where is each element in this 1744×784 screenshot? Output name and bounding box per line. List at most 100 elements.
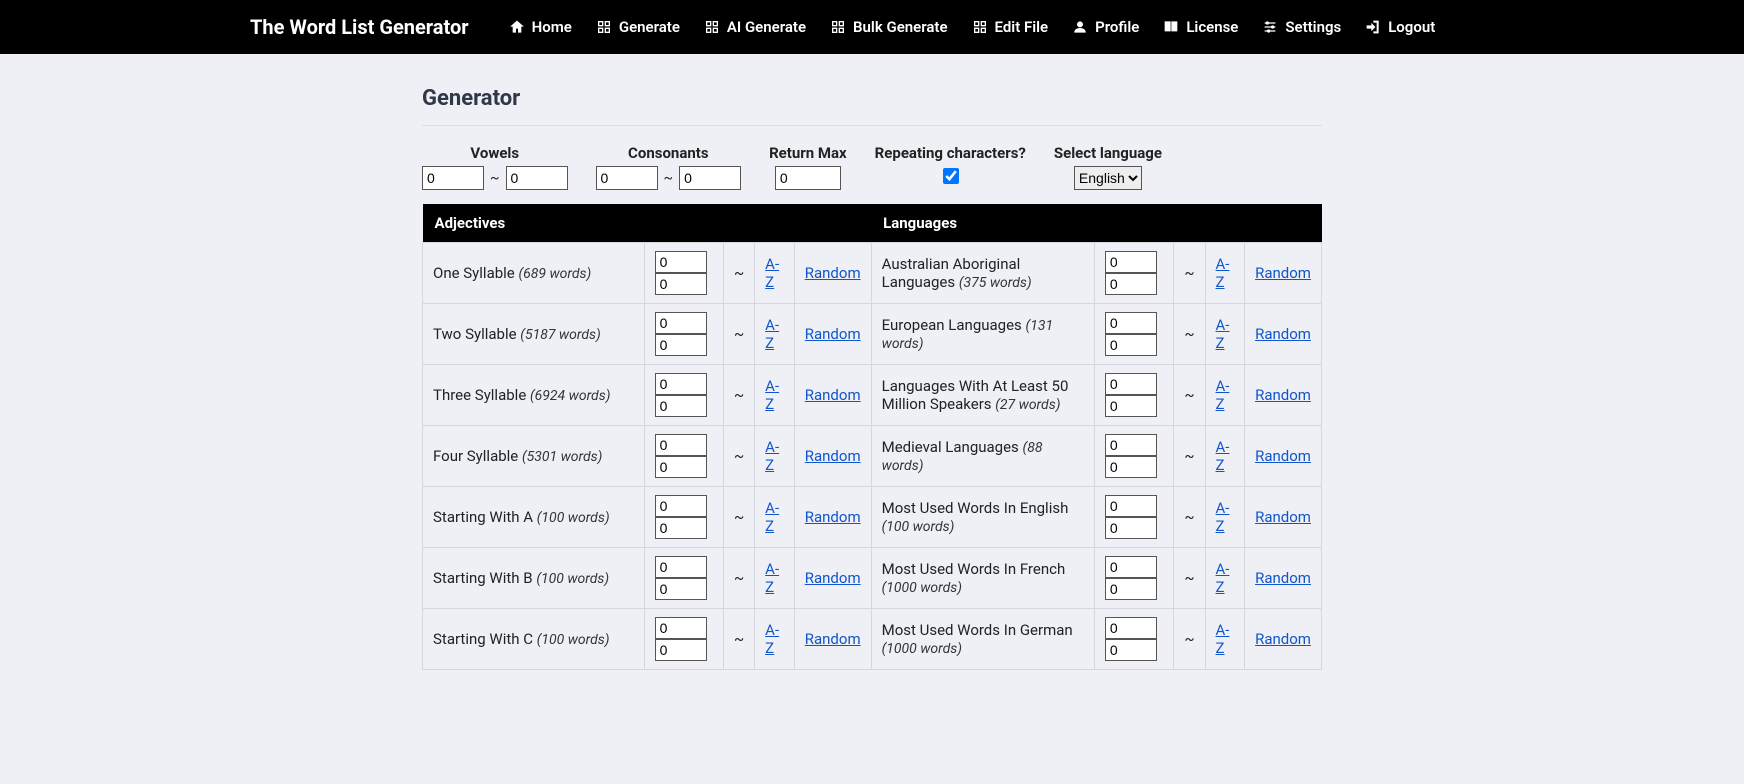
right-max-input[interactable] (1105, 334, 1157, 356)
random-link[interactable]: Random (1255, 386, 1311, 404)
right-min-input[interactable] (1105, 373, 1157, 395)
az-link[interactable]: A-Z (765, 377, 779, 413)
left-max-input[interactable] (655, 578, 707, 600)
random-link[interactable]: Random (805, 325, 861, 343)
az-link[interactable]: A-Z (765, 438, 779, 474)
right-max-input[interactable] (1105, 395, 1157, 417)
word-count: (1000 words) (882, 580, 962, 596)
right-max-input[interactable] (1105, 517, 1157, 539)
return-max-input[interactable] (775, 166, 841, 190)
nav-settings[interactable]: Settings (1262, 18, 1341, 36)
left-max-input[interactable] (655, 395, 707, 417)
left-min-input[interactable] (655, 251, 707, 273)
brand: The Word List Generator (250, 15, 469, 39)
random-link[interactable]: Random (1255, 264, 1311, 282)
az-link[interactable]: A-Z (765, 499, 779, 535)
random-link[interactable]: Random (1255, 508, 1311, 526)
range-cell (1094, 548, 1173, 609)
az-link[interactable]: A-Z (1216, 499, 1230, 535)
user-icon (1072, 19, 1088, 35)
filter-return-max: Return Max (769, 144, 847, 190)
category-name: Starting With A (433, 508, 533, 526)
random-link[interactable]: Random (805, 630, 861, 648)
random-link[interactable]: Random (1255, 630, 1311, 648)
row-name: Medieval Languages (88 words) (871, 426, 1094, 487)
right-min-input[interactable] (1105, 556, 1157, 578)
filter-repeating: Repeating characters? (875, 144, 1026, 187)
vowels-max-input[interactable] (506, 166, 568, 190)
nav-profile[interactable]: Profile (1072, 18, 1139, 36)
nav-logout[interactable]: Logout (1365, 18, 1435, 36)
random-link[interactable]: Random (1255, 325, 1311, 343)
random-link[interactable]: Random (805, 447, 861, 465)
vowels-min-input[interactable] (422, 166, 484, 190)
az-link[interactable]: A-Z (1216, 255, 1230, 291)
left-min-input[interactable] (655, 556, 707, 578)
nav-label: AI Generate (727, 18, 806, 36)
random-link[interactable]: Random (1255, 569, 1311, 587)
nav-edit-file[interactable]: Edit File (972, 18, 1049, 36)
range-cell (1094, 243, 1173, 304)
repeating-checkbox[interactable] (943, 168, 959, 184)
nav-ai-generate[interactable]: AI Generate (704, 18, 806, 36)
sliders-icon (1262, 19, 1278, 35)
az-link[interactable]: A-Z (765, 560, 779, 596)
consonants-max-input[interactable] (679, 166, 741, 190)
tilde-cell: ~ (723, 365, 754, 426)
category-name: Most Used Words In French (882, 560, 1066, 578)
az-link[interactable]: A-Z (1216, 560, 1230, 596)
az-link[interactable]: A-Z (1216, 377, 1230, 413)
language-select[interactable]: English (1074, 166, 1142, 190)
random-link[interactable]: Random (805, 569, 861, 587)
left-max-input[interactable] (655, 639, 707, 661)
cog-icon (830, 19, 846, 35)
az-link[interactable]: A-Z (765, 621, 779, 657)
random-link[interactable]: Random (805, 264, 861, 282)
word-count: (375 words) (959, 275, 1032, 291)
left-max-input[interactable] (655, 517, 707, 539)
az-link[interactable]: A-Z (1216, 621, 1230, 657)
return-max-label: Return Max (769, 144, 847, 162)
nav-generate[interactable]: Generate (596, 18, 680, 36)
right-min-input[interactable] (1105, 495, 1157, 517)
az-link[interactable]: A-Z (1216, 316, 1230, 352)
az-link[interactable]: A-Z (765, 316, 779, 352)
left-min-input[interactable] (655, 434, 707, 456)
consonants-min-input[interactable] (596, 166, 658, 190)
row-name: Two Syllable (5187 words) (423, 304, 645, 365)
right-min-input[interactable] (1105, 312, 1157, 334)
category-name: Two Syllable (433, 325, 517, 343)
table-row: One Syllable (689 words) ~ A-Z Random Au… (423, 243, 1322, 304)
nav-license[interactable]: License (1163, 18, 1238, 36)
az-link[interactable]: A-Z (765, 255, 779, 291)
left-max-input[interactable] (655, 456, 707, 478)
left-min-input[interactable] (655, 312, 707, 334)
word-count: (100 words) (536, 571, 609, 587)
logout-icon (1365, 19, 1381, 35)
left-max-input[interactable] (655, 334, 707, 356)
filter-language: Select language English (1054, 144, 1162, 190)
left-min-input[interactable] (655, 617, 707, 639)
nav-links: Home Generate AI Generate Bulk Generate Edit… (509, 18, 1436, 36)
cog-icon (704, 19, 720, 35)
az-link[interactable]: A-Z (1216, 438, 1230, 474)
left-min-input[interactable] (655, 373, 707, 395)
right-max-input[interactable] (1105, 639, 1157, 661)
left-min-input[interactable] (655, 495, 707, 517)
nav-bulk-generate[interactable]: Bulk Generate (830, 18, 948, 36)
random-link[interactable]: Random (1255, 447, 1311, 465)
generator-table: Adjectives Languages One Syllable (689 w… (422, 204, 1322, 670)
right-min-input[interactable] (1105, 617, 1157, 639)
right-min-input[interactable] (1105, 251, 1157, 273)
random-link[interactable]: Random (805, 508, 861, 526)
row-name: Languages With At Least 50 Million Speak… (871, 365, 1094, 426)
nav-home[interactable]: Home (509, 18, 572, 36)
left-max-input[interactable] (655, 273, 707, 295)
range-cell (644, 426, 723, 487)
right-max-input[interactable] (1105, 578, 1157, 600)
random-link[interactable]: Random (805, 386, 861, 404)
right-max-input[interactable] (1105, 273, 1157, 295)
home-icon (509, 19, 525, 35)
right-max-input[interactable] (1105, 456, 1157, 478)
right-min-input[interactable] (1105, 434, 1157, 456)
